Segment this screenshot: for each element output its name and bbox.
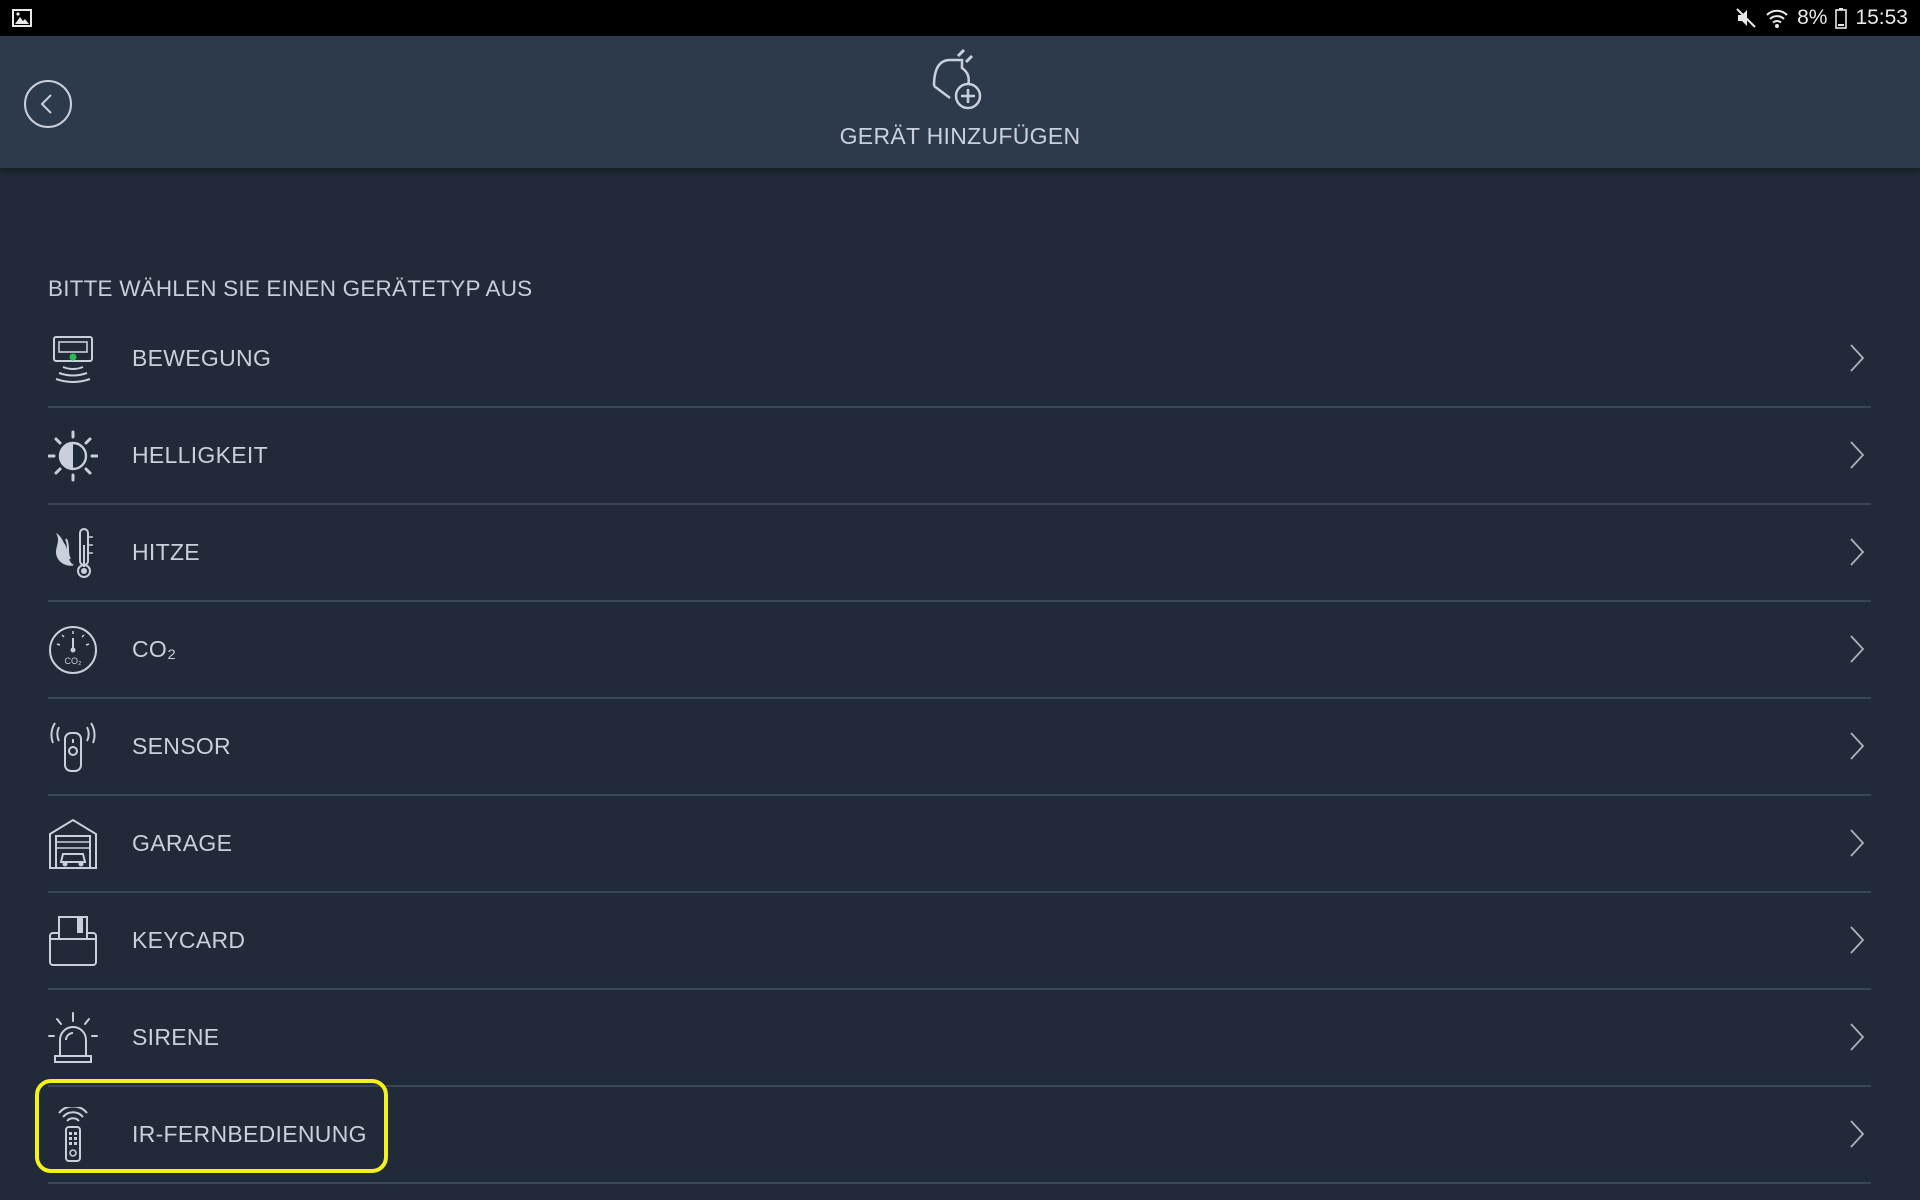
motion-sensor-icon: [53, 336, 93, 383]
list-item-sirene[interactable]: SIRENE: [48, 990, 1871, 1087]
sensor-icon: [50, 722, 96, 772]
list-item-label: BEWEGUNG: [132, 345, 272, 371]
list-item-helligkeit[interactable]: HELLIGKEIT: [48, 408, 1871, 505]
list-item-label: KEYCARD: [132, 927, 246, 953]
battery-percent: 8%: [1797, 6, 1828, 29]
status-bar: 8% 15:53: [0, 0, 1920, 36]
list-item-label: HELLIGKEIT: [132, 442, 268, 468]
heat-thermometer-icon: [56, 528, 93, 578]
garage-icon: [49, 818, 97, 869]
list-item-garage[interactable]: GARAGE: [48, 796, 1871, 893]
svg-text:CO₂: CO₂: [65, 656, 83, 666]
chevron-right-icon: [1850, 1023, 1865, 1051]
list-item-label: IR-FERNBEDIENUNG: [132, 1121, 367, 1147]
app-header: GERÄT HINZUFÜGEN: [0, 36, 1920, 168]
list-item-label: HITZE: [132, 539, 200, 565]
chevron-right-icon: [1850, 732, 1865, 760]
list-item-hitze[interactable]: HITZE: [48, 505, 1871, 602]
list-item-ir-fernbedienung[interactable]: IR-FERNBEDIENUNG: [48, 1087, 1871, 1184]
battery-icon: [1835, 8, 1848, 29]
list-item-keycard[interactable]: KEYCARD: [48, 893, 1871, 990]
page-title: GERÄT HINZUFÜGEN: [839, 123, 1081, 149]
chevron-right-icon: [1850, 344, 1865, 372]
image-notification-icon: [12, 9, 32, 27]
device-type-prompt: BITTE WÄHLEN SIE EINEN GERÄTETYP AUS: [48, 276, 533, 301]
siren-icon: [48, 1012, 98, 1063]
wifi-icon: [1766, 9, 1788, 28]
list-item-label: CO₂: [132, 636, 177, 662]
list-item-label: SENSOR: [132, 733, 231, 759]
list-item-sensor[interactable]: SENSOR: [48, 699, 1871, 796]
chevron-right-icon: [1850, 538, 1865, 566]
list-item-label: GARAGE: [132, 830, 233, 856]
mute-icon: [1736, 8, 1756, 28]
chevron-right-icon: [1850, 441, 1865, 469]
device-type-list: BEWEGUNG HELLIGKEIT HITZE CO₂ CO₂ SENSOR…: [48, 311, 1871, 1184]
back-arrow-icon[interactable]: [23, 79, 73, 129]
brightness-icon: [48, 430, 98, 482]
list-item-bewegung[interactable]: BEWEGUNG: [48, 311, 1871, 408]
co2-gauge-icon: CO₂: [49, 626, 97, 674]
plug-add-icon: [932, 48, 982, 110]
chevron-right-icon: [1850, 635, 1865, 663]
keycard-icon: [49, 916, 97, 966]
clock: 15:53: [1855, 6, 1908, 29]
list-item-co2[interactable]: CO₂ CO₂: [48, 602, 1871, 699]
list-item-label: SIRENE: [132, 1024, 220, 1050]
chevron-right-icon: [1850, 829, 1865, 857]
chevron-right-icon: [1850, 1120, 1865, 1148]
ir-remote-icon: [58, 1107, 88, 1162]
chevron-right-icon: [1850, 926, 1865, 954]
